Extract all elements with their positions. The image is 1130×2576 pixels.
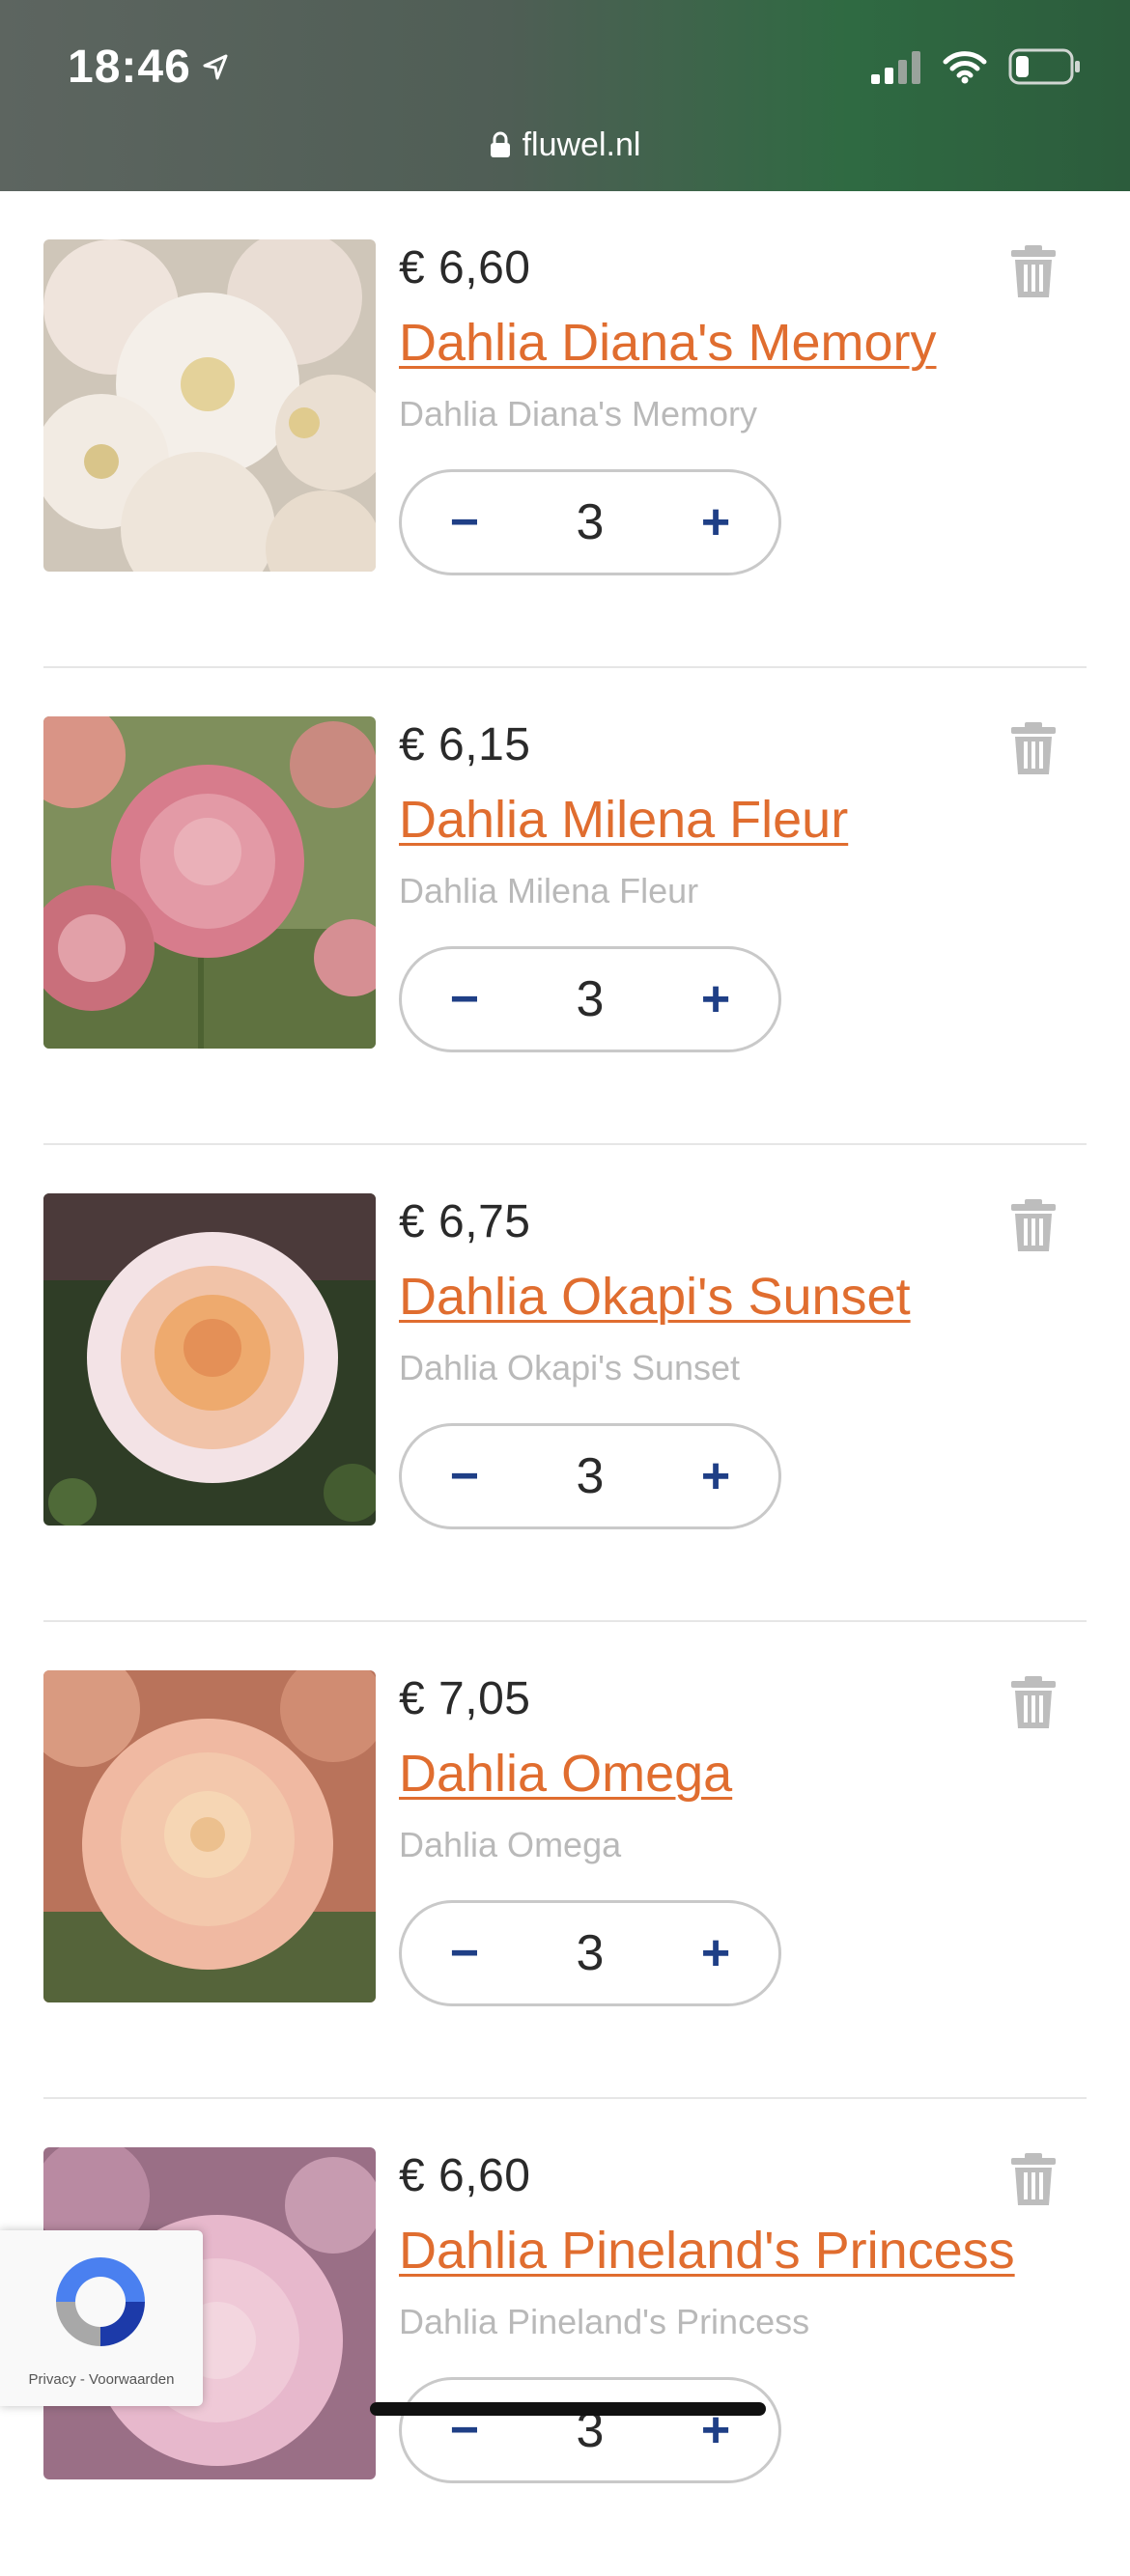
product-title-link[interactable]: Dahlia Diana's Memory xyxy=(399,313,937,373)
quantity-stepper: − 3 + xyxy=(399,2377,781,2483)
quantity-stepper: − 3 + xyxy=(399,1423,781,1529)
product-subtitle: Dahlia Milena Fleur xyxy=(399,871,699,910)
quantity-value[interactable]: 3 xyxy=(508,949,672,1050)
quantity-stepper: − 3 + xyxy=(399,1900,781,2006)
quantity-value[interactable]: 3 xyxy=(508,1426,672,1526)
home-indicator[interactable] xyxy=(370,2402,766,2416)
trash-icon[interactable] xyxy=(1011,245,1056,297)
quantity-value[interactable]: 3 xyxy=(508,472,672,573)
increase-quantity-button[interactable]: + xyxy=(663,949,769,1050)
product-price: € 6,60 xyxy=(399,242,531,294)
increase-quantity-button[interactable]: + xyxy=(663,1903,769,2003)
product-image[interactable] xyxy=(43,239,376,572)
url-text: fluwel.nl xyxy=(522,126,641,163)
quantity-stepper: − 3 + xyxy=(399,946,781,1052)
recaptcha-badge[interactable]: Privacy - Voorwaarden xyxy=(0,2230,203,2406)
dahlia-pink-photo xyxy=(43,716,376,1049)
product-price: € 6,75 xyxy=(399,1196,531,1247)
dahlia-sunset-photo xyxy=(43,1193,376,1526)
product-title-link[interactable]: Dahlia Okapi's Sunset xyxy=(399,1267,911,1327)
increase-quantity-button[interactable]: + xyxy=(663,2380,769,2480)
product-title-link[interactable]: Dahlia Milena Fleur xyxy=(399,790,848,850)
product-subtitle: Dahlia Diana's Memory xyxy=(399,394,758,434)
trash-icon[interactable] xyxy=(1011,1676,1056,1728)
cart-item: € 6,75 Dahlia Okapi's Sunset Dahlia Okap… xyxy=(43,1145,1087,1622)
increase-quantity-button[interactable]: + xyxy=(663,1426,769,1526)
product-image[interactable] xyxy=(43,1193,376,1526)
product-subtitle: Dahlia Okapi's Sunset xyxy=(399,1348,741,1387)
decrease-quantity-button[interactable]: − xyxy=(411,1903,518,2003)
product-subtitle: Dahlia Pineland's Princess xyxy=(399,2302,810,2341)
dahlia-white-photo xyxy=(43,239,376,572)
cart-item: € 6,60 Dahlia Diana's Memory Dahlia Dian… xyxy=(43,191,1087,668)
product-price: € 7,05 xyxy=(399,1673,531,1724)
quantity-value[interactable]: 3 xyxy=(508,1903,672,2003)
status-and-url-bar: 18:46 fluwel.nl xyxy=(0,0,1130,191)
location-arrow-icon xyxy=(201,53,230,82)
decrease-quantity-button[interactable]: − xyxy=(411,1426,518,1526)
recaptcha-privacy-terms-link[interactable]: Privacy - Voorwaarden xyxy=(0,2371,203,2388)
wifi-icon xyxy=(943,49,987,84)
trash-icon[interactable] xyxy=(1011,2153,1056,2205)
increase-quantity-button[interactable]: + xyxy=(663,472,769,573)
address-bar[interactable]: fluwel.nl xyxy=(0,118,1130,172)
decrease-quantity-button[interactable]: − xyxy=(411,949,518,1050)
product-image[interactable] xyxy=(43,716,376,1049)
signal-icon xyxy=(871,49,921,84)
trash-icon[interactable] xyxy=(1011,1199,1056,1251)
decrease-quantity-button[interactable]: − xyxy=(411,2380,518,2480)
trash-icon[interactable] xyxy=(1011,722,1056,774)
quantity-stepper: − 3 + xyxy=(399,469,781,575)
status-time: 18:46 xyxy=(68,41,230,94)
lock-icon xyxy=(490,131,511,158)
product-image[interactable] xyxy=(43,1670,376,2002)
battery-icon xyxy=(1008,48,1082,85)
cart-item: € 6,15 Dahlia Milena Fleur Dahlia Milena… xyxy=(43,668,1087,1145)
status-icons xyxy=(871,48,1082,85)
product-title-link[interactable]: Dahlia Omega xyxy=(399,1744,732,1804)
product-price: € 6,15 xyxy=(399,719,531,770)
dahlia-omega-photo xyxy=(43,1670,376,2002)
quantity-value[interactable]: 3 xyxy=(508,2380,672,2480)
product-subtitle: Dahlia Omega xyxy=(399,1825,622,1864)
recaptcha-logo-icon xyxy=(46,2248,155,2356)
decrease-quantity-button[interactable]: − xyxy=(411,472,518,573)
product-title-link[interactable]: Dahlia Pineland's Princess xyxy=(399,2221,1015,2281)
cart-item: € 7,05 Dahlia Omega Dahlia Omega − 3 + xyxy=(43,1622,1087,2099)
product-price: € 6,60 xyxy=(399,2150,531,2201)
status-time-text: 18:46 xyxy=(68,42,191,93)
